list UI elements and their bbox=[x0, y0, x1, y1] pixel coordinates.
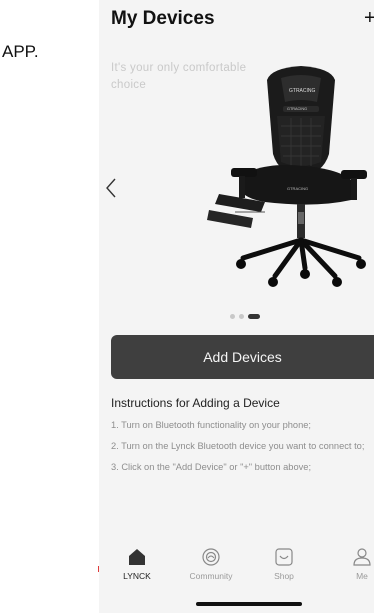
user-icon bbox=[353, 548, 371, 566]
bottom-tab-bar: LYNCK Community Shop Me bbox=[99, 546, 374, 588]
add-devices-button[interactable]: Add Devices bbox=[111, 335, 374, 379]
instructions-section: Instructions for Adding a Device 1. Turn… bbox=[111, 396, 373, 481]
svg-text:GTRACING: GTRACING bbox=[287, 107, 307, 111]
tab-community[interactable]: Community bbox=[181, 546, 241, 581]
instruction-step: 2. Turn on the Lynck Bluetooth device yo… bbox=[111, 441, 365, 451]
chevron-left-icon[interactable] bbox=[103, 176, 119, 200]
phone-screen: My Devices + It's your only comfortable … bbox=[99, 0, 374, 613]
tab-lynck[interactable]: LYNCK bbox=[107, 546, 167, 581]
tab-label: LYNCK bbox=[123, 571, 151, 581]
community-icon bbox=[202, 548, 220, 566]
tab-me[interactable]: Me bbox=[332, 546, 374, 581]
home-icon bbox=[129, 549, 145, 565]
add-devices-label: Add Devices bbox=[203, 349, 282, 365]
outside-app-label: APP. bbox=[2, 42, 39, 61]
shop-icon bbox=[275, 548, 293, 566]
carousel-dots[interactable] bbox=[230, 314, 260, 319]
carousel-dot[interactable] bbox=[230, 314, 235, 319]
svg-text:GTRACING: GTRACING bbox=[287, 186, 308, 191]
instruction-step: 1. Turn on Bluetooth functionality on yo… bbox=[111, 420, 312, 430]
page-title: My Devices bbox=[111, 8, 215, 29]
device-banner[interactable]: It's your only comfortable choice GTRACI… bbox=[99, 52, 374, 327]
gaming-chair-image: GTRACING GTRACING GTRACING bbox=[207, 66, 367, 287]
home-indicator[interactable] bbox=[196, 602, 302, 606]
instructions-title: Instructions for Adding a Device bbox=[111, 396, 280, 410]
tab-label: Me bbox=[356, 571, 368, 581]
tab-shop[interactable]: Shop bbox=[254, 546, 314, 581]
carousel-dot-active[interactable] bbox=[248, 314, 260, 319]
svg-text:GTRACING: GTRACING bbox=[289, 88, 316, 94]
tab-label: Community bbox=[189, 571, 233, 581]
plus-icon[interactable]: + bbox=[364, 8, 374, 28]
carousel-dot[interactable] bbox=[239, 314, 244, 319]
instruction-step: 3. Click on the "Add Device" or "+" butt… bbox=[111, 462, 312, 472]
tab-label: Shop bbox=[274, 571, 294, 581]
header: My Devices + bbox=[99, 0, 374, 44]
